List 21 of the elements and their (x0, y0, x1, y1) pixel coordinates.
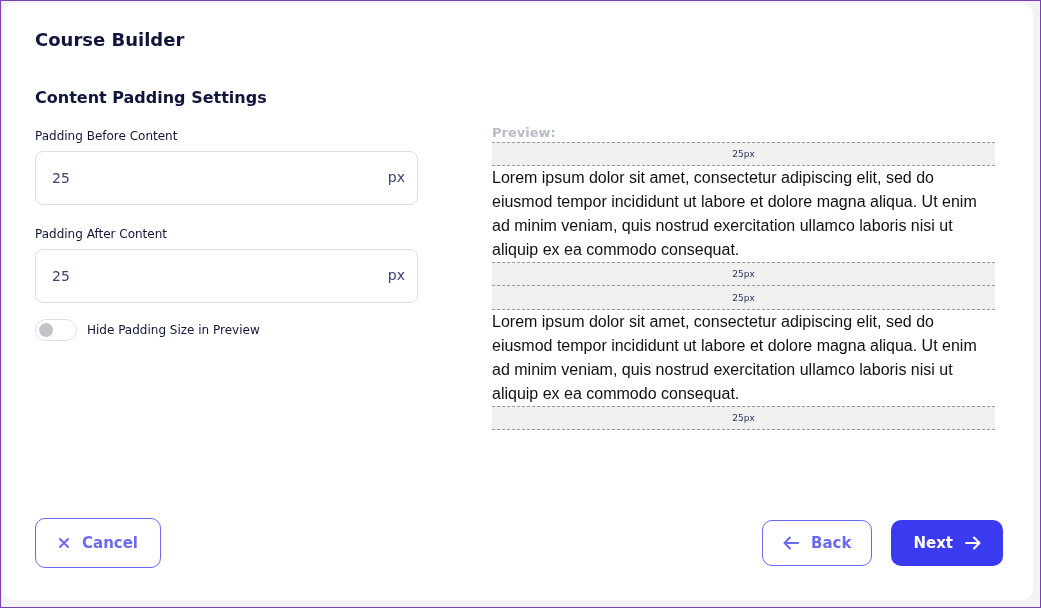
field-label: Padding After Content (35, 227, 168, 241)
unit-label: px (387, 267, 405, 283)
section-title: Content Padding Settings (35, 88, 268, 107)
page-title: Course Builder (35, 29, 186, 50)
padding-zone: 25px (492, 406, 995, 430)
cancel-button[interactable]: Cancel (35, 518, 161, 568)
preview-paragraph: Lorem ipsum dolor sit amet, consectetur adipiscing elit, sed do eiusmod tempor incididunt ut labore et dolore magna aliqua. Ut enim ad minim veniam, quis nostrud exercitation ullamco laboris nisi ut aliquip ex ea commodo consequat. (492, 312, 978, 404)
padding-zone: 25px (492, 286, 995, 310)
next-button[interactable]: Next (891, 520, 1003, 566)
padding-zone: 25px (492, 142, 995, 166)
preview-paragraph: Lorem ipsum dolor sit amet, consectetur adipiscing elit, sed do eiusmod tempor incididunt ut labore et dolore magna aliqua. Ut enim ad minim veniam, quis nostrud exercitation ullamco laboris nisi ut aliquip ex ea commodo consequat. (492, 168, 978, 260)
toggle-switch[interactable] (35, 319, 77, 341)
unit-label: px (387, 169, 405, 185)
arrow-left-icon (783, 536, 799, 550)
toggle-label: Hide Padding Size in Preview (87, 323, 260, 337)
close-icon (58, 537, 70, 549)
padding-zone: 25px (492, 262, 995, 286)
arrow-right-icon (965, 536, 981, 550)
back-button[interactable]: Back (762, 520, 873, 566)
field-label: Padding Before Content (35, 129, 179, 143)
preview-label: Preview: (492, 125, 557, 140)
